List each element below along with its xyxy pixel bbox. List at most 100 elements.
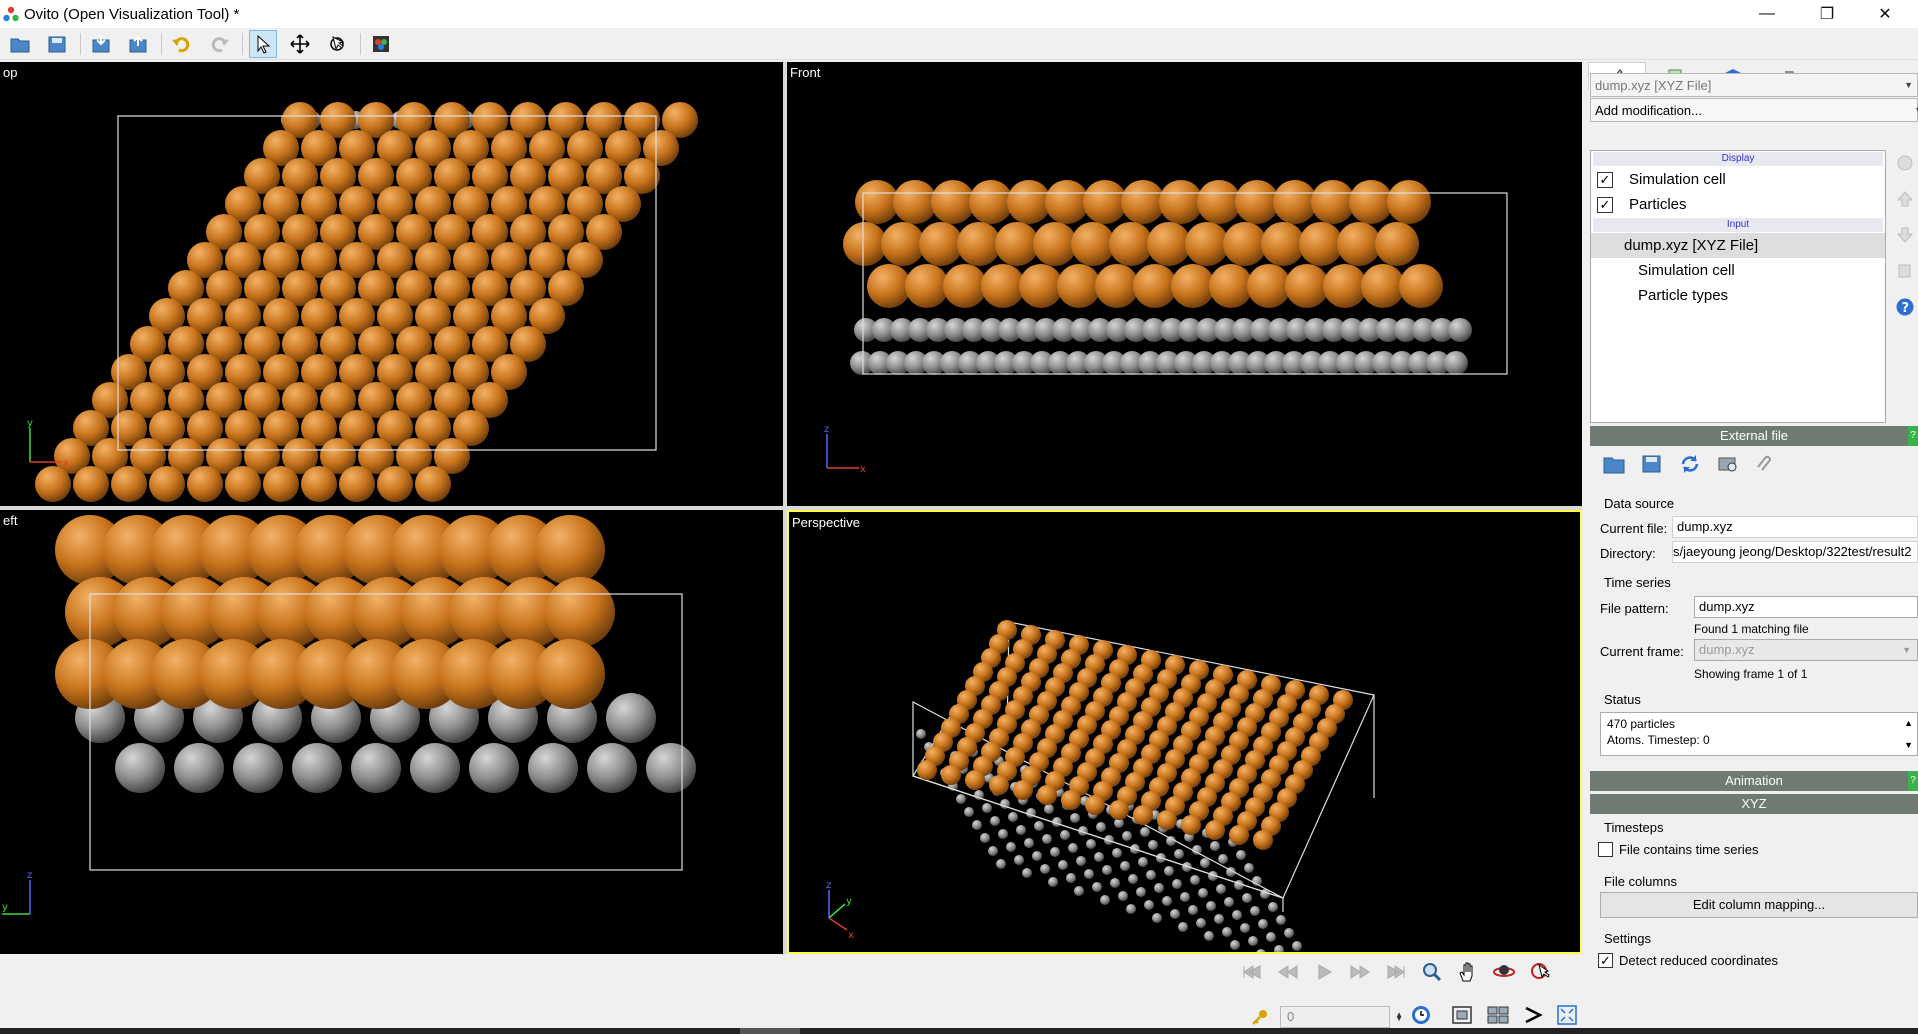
fov-button[interactable] [1522, 1004, 1544, 1029]
pipeline-item-simulation-cell-display[interactable]: ✓ Simulation cell [1591, 167, 1885, 192]
frame-spinner[interactable]: 0 ▲ ▼ [1280, 1005, 1403, 1028]
goto-start-button[interactable] [1240, 960, 1264, 984]
pipeline-item-particle-types[interactable]: Particle types [1591, 283, 1885, 308]
viewport-caption[interactable]: Front [790, 65, 820, 80]
minimize-button[interactable]: — [1744, 0, 1790, 28]
particle-gray [1084, 869, 1094, 879]
axis-label-y: y [27, 418, 33, 429]
scroll-up-icon[interactable]: ▲ [1904, 715, 1913, 731]
viewport-caption[interactable]: Perspective [792, 515, 860, 530]
current-frame-label: Current frame: [1600, 644, 1684, 659]
zoom-scene-extents-button[interactable] [1450, 1004, 1474, 1029]
particle-gray [1230, 940, 1240, 950]
fast-forward-icon [1350, 965, 1370, 979]
spinner-down-icon[interactable]: ▼ [1395, 1009, 1403, 1029]
orbit-button[interactable] [1492, 960, 1516, 984]
particle-gray [1044, 804, 1054, 814]
particle-gray [1216, 884, 1226, 894]
scroll-down-icon[interactable]: ▼ [1904, 737, 1913, 753]
pick-remote-file-button[interactable] [1640, 452, 1670, 479]
pipeline-item-particles-display[interactable]: ✓ Particles [1591, 192, 1885, 217]
redo-button[interactable] [205, 30, 233, 58]
particle-orange [535, 639, 605, 709]
pan-button[interactable] [1456, 960, 1480, 984]
maximize-button[interactable]: ❐ [1804, 0, 1850, 28]
particle-gray [990, 816, 1000, 826]
rollout-animation-title[interactable]: Animation ? [1590, 771, 1918, 791]
move-mode-button[interactable] [286, 30, 314, 58]
detect-reduced-checkbox[interactable]: ✓ [1598, 953, 1613, 968]
orbit-icon [1493, 965, 1515, 977]
file-pattern-input[interactable]: dump.xyz [1694, 596, 1918, 618]
pick-orbit-center-button[interactable] [1528, 960, 1552, 984]
viewport-caption[interactable]: op [3, 65, 17, 80]
checkbox-simulation-cell[interactable]: ✓ [1597, 171, 1613, 188]
timesteps-label: Timesteps [1604, 820, 1664, 835]
particle-gray [1138, 857, 1148, 867]
contains-time-series-option[interactable]: File contains time series [1598, 842, 1758, 857]
viewport-caption[interactable]: eft [3, 513, 17, 528]
particle-orange [931, 180, 975, 224]
reload-button[interactable] [1678, 452, 1708, 479]
contains-time-series-checkbox[interactable] [1598, 842, 1613, 857]
rollout-help-button[interactable]: ? [1908, 771, 1918, 791]
rollout-external-file-title[interactable]: External file ? [1590, 426, 1918, 446]
particle-gray [1248, 936, 1258, 946]
scan-directory-button[interactable] [1716, 452, 1746, 479]
viewport-area: op y x Front z x eft z y Perspective z y… [0, 62, 1582, 954]
move-down-button[interactable] [1894, 224, 1916, 246]
delete-modifier-button[interactable] [1894, 152, 1916, 174]
viewport-top[interactable]: op y x [0, 62, 783, 506]
zoom-all-viewports-button[interactable] [1486, 1004, 1510, 1029]
maximize-viewport-button[interactable] [1556, 1004, 1578, 1029]
rewind-icon [1278, 965, 1298, 979]
render-active-viewport-button[interactable] [367, 30, 395, 58]
rollout-title-label: External file [1720, 428, 1788, 443]
particle-orange [1223, 222, 1267, 266]
particle-gray [1444, 351, 1468, 375]
goto-end-button[interactable] [1384, 960, 1408, 984]
pick-local-file-button[interactable] [1602, 452, 1632, 479]
particle-gray [233, 743, 283, 793]
particle-gray [988, 846, 998, 856]
particle-gray [1268, 902, 1278, 912]
next-frame-button[interactable] [1348, 960, 1372, 984]
rollout-xyz-title[interactable]: XYZ [1590, 794, 1918, 814]
particle-orange [1109, 222, 1153, 266]
add-modification-combo[interactable]: Add modification... ▼ [1590, 98, 1918, 122]
particle-gray [115, 743, 165, 793]
edit-pattern-button[interactable] [1754, 452, 1784, 479]
select-mode-button[interactable] [249, 29, 277, 58]
viewport-front[interactable]: Front z x [787, 62, 1582, 506]
viewport-perspective[interactable]: Perspective z y x [787, 510, 1582, 954]
particle-orange [1261, 222, 1305, 266]
close-button[interactable]: ✕ [1862, 0, 1908, 28]
save-file-button[interactable] [43, 30, 71, 58]
help-button[interactable]: ? [1894, 296, 1916, 318]
edit-column-mapping-button[interactable]: Edit column mapping... [1600, 892, 1918, 918]
make-independent-button[interactable] [1894, 260, 1916, 282]
particle-orange [1133, 264, 1177, 308]
viewport-left[interactable]: eft z y [0, 510, 783, 954]
particle-gray [1032, 851, 1042, 861]
undo-button[interactable] [168, 30, 196, 58]
zoom-button[interactable] [1420, 960, 1444, 984]
export-button[interactable] [124, 30, 152, 58]
pick-orbit-button[interactable] [323, 30, 351, 58]
move-up-button[interactable] [1894, 188, 1916, 210]
previous-frame-button[interactable] [1276, 960, 1300, 984]
pipeline-item-simulation-cell[interactable]: Simulation cell [1591, 258, 1885, 283]
current-frame-combo[interactable]: dump.xyz ▼ [1694, 639, 1918, 661]
detect-reduced-option[interactable]: ✓ Detect reduced coordinates [1598, 953, 1778, 968]
pipeline-editor: Display ✓ Simulation cell ✓ Particles In… [1590, 150, 1886, 423]
animation-settings-button[interactable] [1410, 1004, 1432, 1029]
zoom-extents-icon [1452, 1006, 1472, 1024]
pipeline-item-dump-xyz[interactable]: dump.xyz [XYZ File] [1591, 233, 1885, 258]
particle-gray [1256, 949, 1266, 952]
rollout-help-button[interactable]: ? [1908, 426, 1918, 446]
load-file-button[interactable] [6, 30, 34, 58]
pipeline-source-combo[interactable]: dump.xyz [XYZ File] ▼ [1590, 73, 1918, 97]
checkbox-particles[interactable]: ✓ [1597, 196, 1613, 213]
import-button[interactable] [87, 30, 115, 58]
play-button[interactable] [1312, 960, 1336, 984]
